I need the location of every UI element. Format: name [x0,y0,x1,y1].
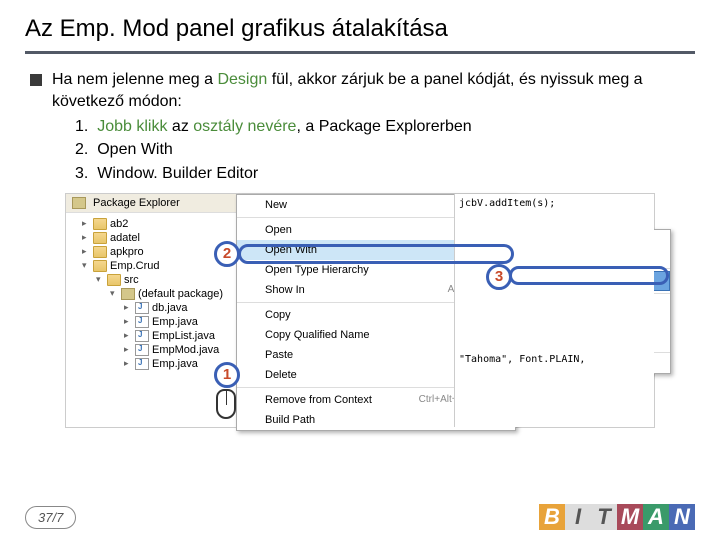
tree-item[interactable]: ▸ EmpMod.java [68,343,234,357]
tree-label: src [124,274,139,286]
menu-icon [243,328,261,342]
expand-icon[interactable]: ▸ [124,316,134,327]
tree-item[interactable]: ▸ ab2 [68,217,234,231]
menu-icon [243,368,261,382]
bitman-logo: B I T M A N [539,504,695,530]
java-icon [135,344,149,356]
slide-title: Az Emp. Mod panel grafikus átalakítása [25,15,695,43]
eclipse-screenshot: Package Explorer ▸ ab2 ▸ adatel ▸ apkpro ▾ Emp.… [65,193,655,428]
expand-icon[interactable]: ▸ [124,330,134,341]
package-tree[interactable]: ▸ ab2 ▸ adatel ▸ apkpro ▾ Emp.Crud ▾ src ▾ (default… [66,213,236,375]
expand-icon[interactable]: ▸ [124,358,134,369]
callout-2: 2 [214,241,240,267]
expand-icon[interactable]: ▸ [82,232,92,243]
tree-label: EmpMod.java [152,344,219,356]
menu-icon [243,348,261,362]
editor-code-fragment: jcbV.addItem(s); "Tahoma", Font.PLAIN, [454,194,654,427]
menu-label: Paste [265,349,481,361]
package-icon [72,197,86,209]
pkg-icon [121,288,135,300]
tree-item[interactable]: ▸ EmpList.java [68,329,234,343]
slide: Az Emp. Mod panel grafikus átalakítása H… [0,0,720,443]
bullet-text: Ha nem jelenne meg a Design fül, akkor z… [52,69,695,114]
folder-icon [93,218,107,230]
tree-item[interactable]: ▾ Emp.Crud [68,259,234,273]
folder-icon [107,274,121,286]
menu-label: Copy [265,309,480,321]
tree-item[interactable]: ▸ db.java [68,301,234,315]
expand-icon[interactable]: ▸ [124,344,134,355]
java-icon [135,330,149,342]
expand-icon[interactable]: ▾ [82,260,92,271]
tree-label: ab2 [110,218,128,230]
expand-icon[interactable]: ▾ [110,288,120,299]
folder-icon [93,260,107,272]
tree-item[interactable]: ▸ Emp.java [68,315,234,329]
tree-item[interactable]: ▸ apkpro [68,245,234,259]
tree-label: EmpList.java [152,330,215,342]
menu-icon [243,393,261,407]
menu-icon [243,308,261,322]
callout-1: 1 [214,362,240,388]
bullet-block: Ha nem jelenne meg a Design fül, akkor z… [25,69,695,185]
page-number: 37/7 [25,506,76,529]
menu-icon [243,198,261,212]
title-underline [25,51,695,54]
tree-label: apkpro [110,246,144,258]
menu-label: Show In [265,284,448,296]
tree-label: (default package) [138,288,223,300]
package-explorer-panel: Package Explorer ▸ ab2 ▸ adatel ▸ apkpro ▾ Emp.… [66,194,236,427]
menu-icon [243,413,261,427]
tree-label: db.java [152,302,187,314]
menu-label: Delete [265,369,480,381]
expand-icon[interactable]: ▾ [96,274,106,285]
tree-item[interactable]: ▾ (default package) [68,287,234,301]
expand-icon[interactable]: ▸ [124,302,134,313]
folder-icon [93,246,107,258]
java-icon [135,302,149,314]
expand-icon[interactable]: ▸ [82,218,92,229]
tree-item[interactable]: ▸ Emp.java [68,357,234,371]
ordered-steps: 1. Jobb klikk az osztály nevére, a Packa… [30,116,695,185]
java-icon [135,358,149,370]
callout-3: 3 [486,264,512,290]
menu-icon [243,263,261,277]
tree-label: Emp.java [152,358,198,370]
package-explorer-header: Package Explorer [66,194,236,213]
folder-icon [93,232,107,244]
tree-item[interactable]: ▾ src [68,273,234,287]
slide-footer: 37/7 B I T M A N [25,504,695,530]
menu-icon [243,223,261,237]
bullet-marker [30,74,42,86]
tree-label: Emp.java [152,316,198,328]
tree-label: Emp.Crud [110,260,160,272]
design-word: Design [217,71,267,88]
menu-label: Remove from Context [265,394,419,406]
mouse-icon [216,389,236,419]
menu-icon [243,243,261,257]
menu-icon [243,283,261,297]
java-icon [135,316,149,328]
tree-item[interactable]: ▸ adatel [68,231,234,245]
expand-icon[interactable]: ▸ [82,246,92,257]
tree-label: adatel [110,232,140,244]
